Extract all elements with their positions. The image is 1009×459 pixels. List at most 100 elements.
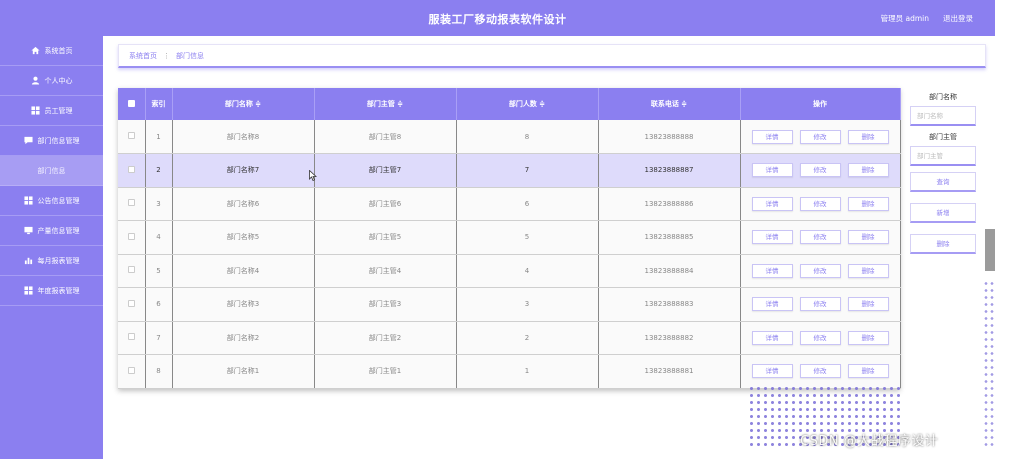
sidebar-item-label: 公告信息管理 <box>37 196 80 205</box>
edit-button[interactable]: 修改 <box>799 163 841 178</box>
sidebar-item-profile[interactable]: 个人中心 <box>0 66 103 96</box>
cell-phone: 13823888881 <box>598 354 741 389</box>
delete-button[interactable]: 删除 <box>847 297 889 312</box>
column-header-name[interactable]: 部门名称 ≑ <box>172 88 315 120</box>
sidebar-item-annual-report[interactable]: 年度报表管理 <box>0 276 103 306</box>
table-row[interactable]: 3 部门名称6 部门主管6 6 13823888886 详情 修改 删除 <box>118 187 901 221</box>
cell-department-count: 1 <box>456 354 599 389</box>
cell-department-manager: 部门主管4 <box>314 254 457 288</box>
row-checkbox-cell[interactable] <box>118 153 146 188</box>
detail-button[interactable]: 详情 <box>751 230 793 245</box>
edit-button[interactable]: 修改 <box>799 330 841 345</box>
row-checkbox-cell[interactable] <box>118 254 146 288</box>
column-header-phone[interactable]: 联系电话 ≑ <box>598 88 741 120</box>
select-all-cell[interactable] <box>118 88 146 120</box>
department-name-input[interactable]: 部门名称 <box>910 106 976 126</box>
detail-button[interactable]: 详情 <box>751 263 793 278</box>
row-checkbox-cell[interactable] <box>118 321 146 355</box>
sidebar-item-label: 系统首页 <box>44 46 73 55</box>
column-header-manager[interactable]: 部门主管 ≑ <box>314 88 457 120</box>
column-header-count[interactable]: 部门人数 ≑ <box>456 88 599 120</box>
row-checkbox-cell[interactable] <box>118 354 146 389</box>
edit-button[interactable]: 修改 <box>799 196 841 211</box>
breadcrumb-separator: ⋮ <box>163 51 170 60</box>
logout-link[interactable]: 退出登录 <box>943 13 973 24</box>
row-checkbox[interactable] <box>127 366 135 374</box>
row-checkbox[interactable] <box>127 132 135 139</box>
department-name-label: 部门名称 <box>929 93 957 101</box>
batch-delete-button[interactable]: 删除 <box>910 234 976 254</box>
table-row[interactable]: 1 部门名称8 部门主管8 8 13823888888 详情 修改 删除 <box>118 120 901 154</box>
select-all-checkbox[interactable] <box>127 99 135 107</box>
admin-user-label: 管理员 admin <box>880 14 929 23</box>
sidebar-item-monthly-report[interactable]: 每月报表管理 <box>0 246 103 276</box>
add-button[interactable]: 新增 <box>910 203 976 223</box>
edit-button[interactable]: 修改 <box>799 230 841 245</box>
delete-button[interactable]: 删除 <box>847 230 889 245</box>
edit-button[interactable]: 修改 <box>799 263 841 278</box>
department-manager-input[interactable]: 部门主管 <box>910 146 976 166</box>
table-row[interactable]: 2 部门名称7 部门主管7 7 13823888887 详情 修改 删除 <box>118 153 901 188</box>
delete-button[interactable]: 删除 <box>847 263 889 278</box>
edit-button[interactable]: 修改 <box>799 129 841 144</box>
filter-panel: 部门名称 部门名称 部门主管 部门主管 查询 新增 删除 <box>910 92 976 265</box>
sidebar-item-label: 个人中心 <box>44 76 73 85</box>
row-checkbox[interactable] <box>127 333 135 341</box>
row-checkbox-cell[interactable] <box>118 287 146 322</box>
row-checkbox[interactable] <box>127 299 135 307</box>
table-row[interactable]: 8 部门名称1 部门主管1 1 13823888881 详情 修改 删除 <box>118 354 901 389</box>
detail-button[interactable]: 详情 <box>751 196 793 211</box>
sidebar-item-output-management[interactable]: 产量信息管理 <box>0 216 103 246</box>
delete-button[interactable]: 删除 <box>847 364 889 379</box>
detail-button[interactable]: 详情 <box>751 163 793 178</box>
cell-phone: 13823888883 <box>598 287 741 322</box>
sidebar-item-department-info[interactable]: 部门信息 <box>0 156 103 186</box>
cell-actions: 详情 修改 删除 <box>740 220 901 255</box>
cell-department-manager: 部门主管3 <box>314 287 457 322</box>
cell-department-count: 6 <box>456 187 599 221</box>
detail-button[interactable]: 详情 <box>751 129 793 144</box>
delete-button[interactable]: 删除 <box>847 163 889 178</box>
edit-button[interactable]: 修改 <box>799 364 841 379</box>
detail-button[interactable]: 详情 <box>751 297 793 312</box>
cell-actions: 详情 修改 删除 <box>740 354 901 389</box>
cell-department-name: 部门名称3 <box>172 287 315 322</box>
row-checkbox-cell[interactable] <box>118 120 146 154</box>
table-row[interactable]: 6 部门名称3 部门主管3 3 13823888883 详情 修改 删除 <box>118 287 901 322</box>
top-header: 服装工厂移动报表软件设计 管理员 admin 退出登录 <box>0 0 995 36</box>
sidebar-item-home[interactable]: 系统首页 <box>0 36 103 66</box>
delete-button[interactable]: 删除 <box>847 330 889 345</box>
cell-index: 1 <box>145 120 173 154</box>
edit-button[interactable]: 修改 <box>799 297 841 312</box>
cell-index: 7 <box>145 321 173 355</box>
table-row[interactable]: 7 部门名称2 部门主管2 2 13823888882 详情 修改 删除 <box>118 321 901 355</box>
row-checkbox[interactable] <box>127 266 135 274</box>
cell-department-name: 部门名称6 <box>172 187 315 221</box>
cell-actions: 详情 修改 删除 <box>740 321 901 355</box>
delete-button[interactable]: 删除 <box>847 129 889 144</box>
cell-department-name: 部门名称1 <box>172 354 315 389</box>
table-row[interactable]: 4 部门名称5 部门主管5 5 13823888885 详情 修改 删除 <box>118 220 901 255</box>
cell-department-manager: 部门主管5 <box>314 220 457 255</box>
breadcrumb-current: 部门信息 <box>176 51 204 60</box>
cell-department-count: 3 <box>456 287 599 322</box>
row-checkbox[interactable] <box>127 232 135 240</box>
detail-button[interactable]: 详情 <box>751 364 793 379</box>
row-checkbox-cell[interactable] <box>118 187 146 221</box>
breadcrumb-home[interactable]: 系统首页 <box>129 51 157 61</box>
delete-button[interactable]: 删除 <box>847 196 889 211</box>
sidebar-item-notice-management[interactable]: 公告信息管理 <box>0 186 103 216</box>
sidebar-item-department-management[interactable]: 部门信息管理 <box>0 126 103 156</box>
cell-department-count: 4 <box>456 254 599 288</box>
table-row[interactable]: 5 部门名称4 部门主管4 4 13823888884 详情 修改 删除 <box>118 254 901 288</box>
cell-actions: 详情 修改 删除 <box>740 153 901 188</box>
sidebar-item-staff[interactable]: 员工管理 <box>0 96 103 126</box>
row-checkbox[interactable] <box>127 199 135 207</box>
column-header-index: 索引 <box>145 88 173 120</box>
detail-button[interactable]: 详情 <box>751 330 793 345</box>
search-button[interactable]: 查询 <box>910 172 976 192</box>
row-checkbox-cell[interactable] <box>118 220 146 255</box>
page-scrollbar[interactable] <box>985 229 995 271</box>
cell-phone: 13823888886 <box>598 187 741 221</box>
row-checkbox[interactable] <box>127 165 135 173</box>
